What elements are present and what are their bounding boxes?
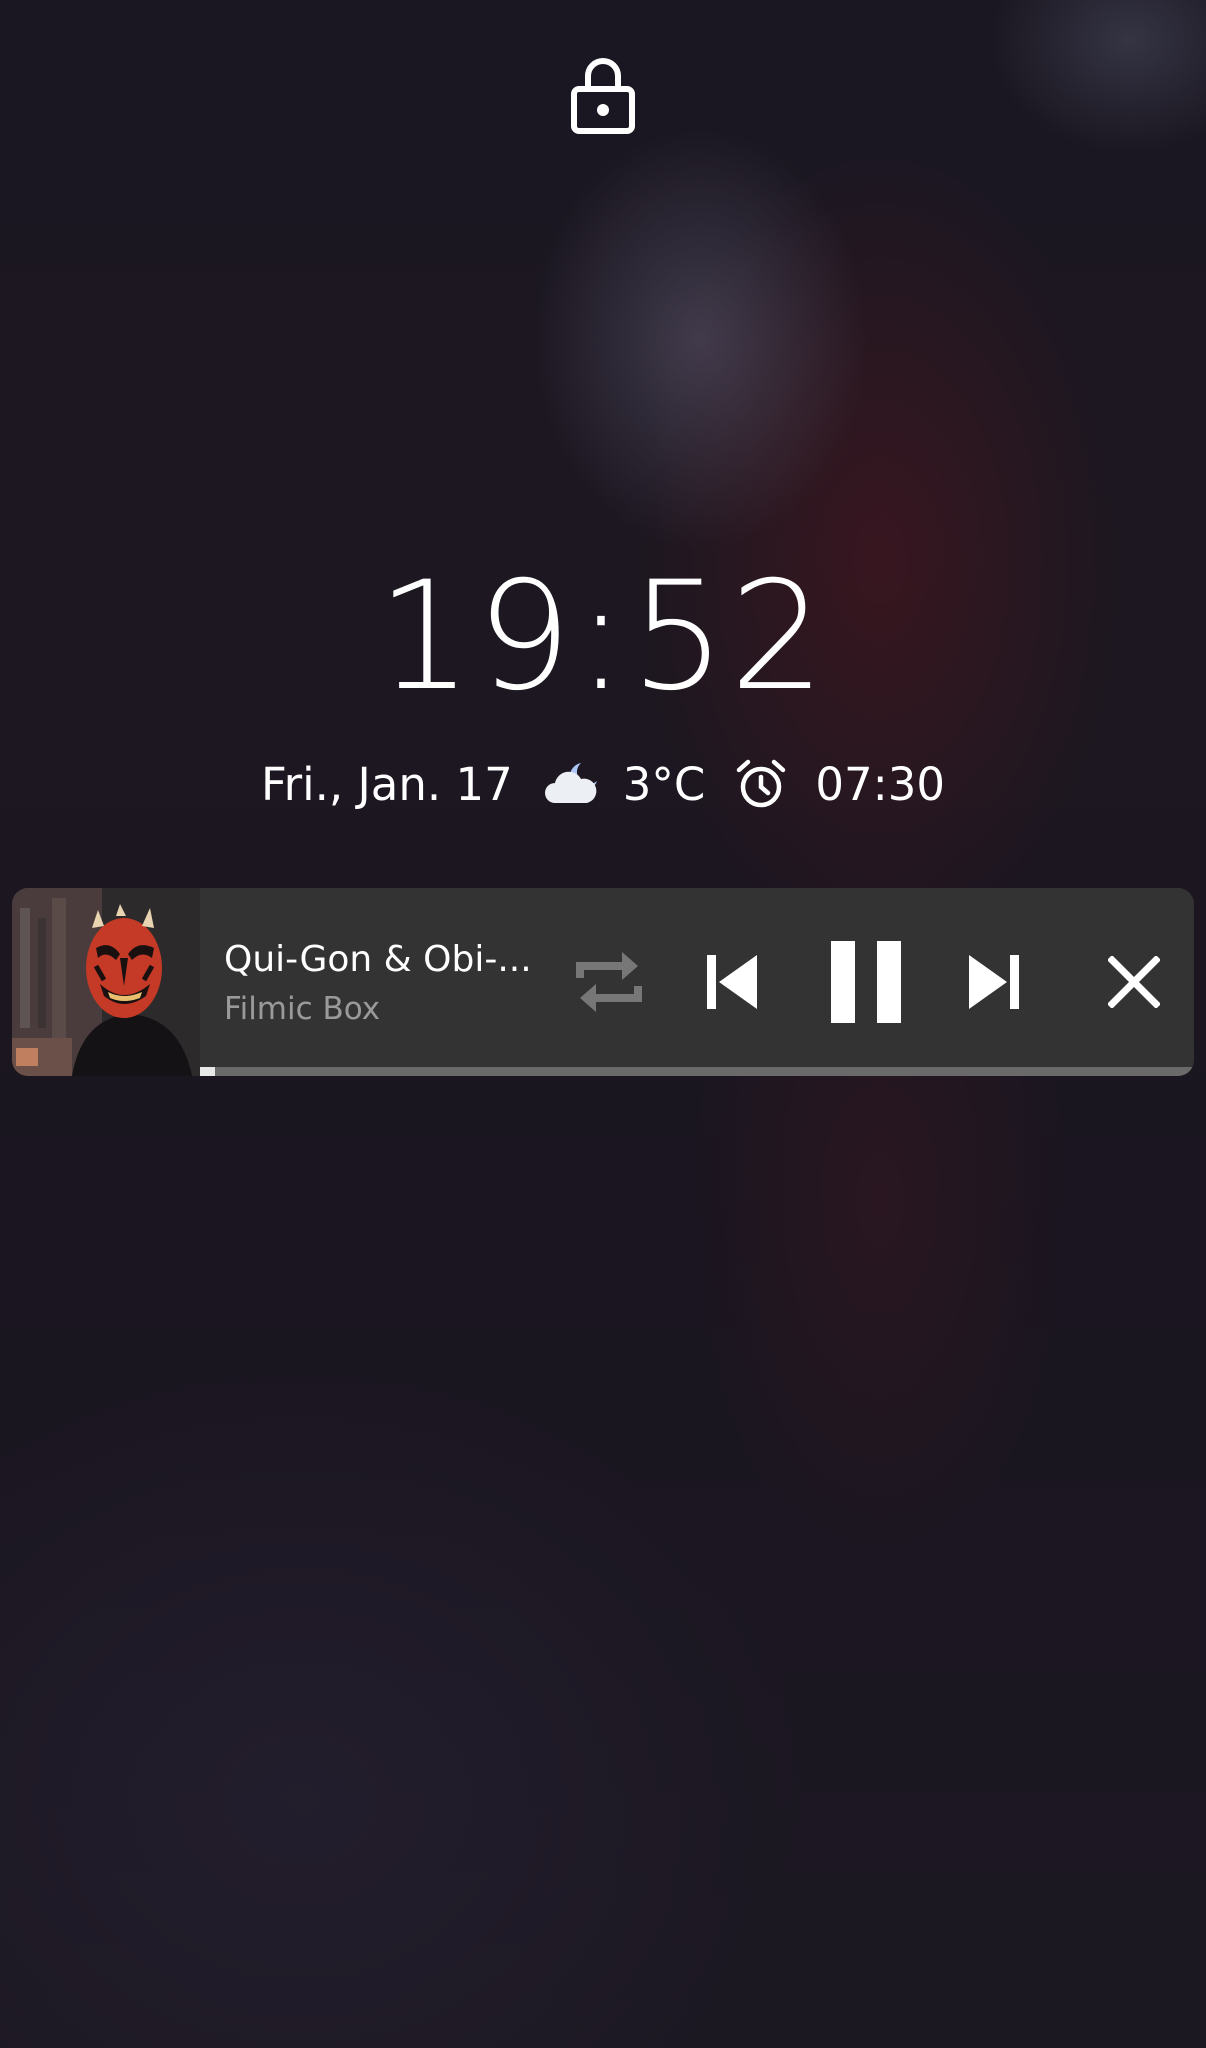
lock-icon[interactable]: [569, 52, 637, 136]
alarm-clock-icon: [737, 759, 786, 808]
lockscreen-status-row: Fri., Jan. 17 3°C 07:30: [0, 752, 1206, 816]
media-notification[interactable]: Qui-Gon & Obi-... Filmic Box: [12, 888, 1194, 1076]
skip-next-icon[interactable]: [967, 955, 1021, 1009]
pause-icon[interactable]: [829, 941, 903, 1023]
date-label: Fri., Jan. 17: [260, 757, 513, 811]
progress-fill: [200, 1067, 215, 1076]
skip-previous-icon[interactable]: [705, 955, 759, 1009]
progress-bar[interactable]: [200, 1067, 1194, 1076]
close-icon[interactable]: [1108, 956, 1160, 1008]
track-artist: Filmic Box: [224, 991, 381, 1027]
cloud-moon-icon: [544, 763, 597, 803]
lockscreen-clock: 19:52: [376, 550, 830, 724]
track-title: Qui-Gon & Obi-...: [224, 939, 532, 980]
repeat-icon[interactable]: [574, 944, 644, 1020]
temperature-label: 3°C: [622, 757, 706, 811]
alarm-time-label: 07:30: [815, 757, 945, 811]
album-art: [12, 888, 200, 1076]
